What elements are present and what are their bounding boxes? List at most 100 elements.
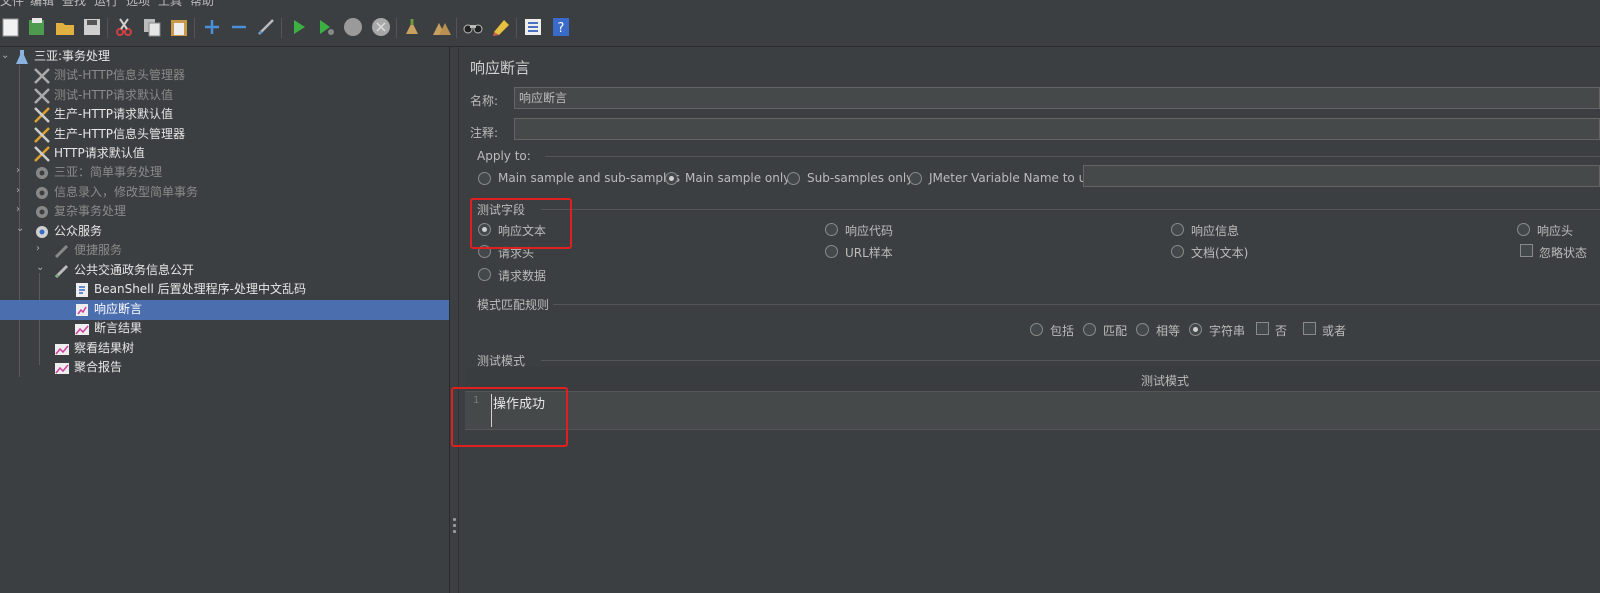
rule-or-label: 或者 — [1322, 324, 1347, 338]
menu-bar: 文件 编辑 查找 运行 选项 工具 帮助 — [0, 0, 1600, 9]
sampler-icon — [54, 244, 69, 259]
listener-icon — [55, 344, 69, 355]
field-response-code-radio[interactable] — [825, 223, 838, 236]
menu-search[interactable]: 查找 — [62, 0, 86, 9]
field-response-message-label: 响应信息 — [1191, 224, 1240, 238]
test-plan-icon — [16, 50, 28, 64]
field-response-headers-radio[interactable] — [1517, 223, 1530, 236]
pane-splitter[interactable] — [450, 47, 459, 593]
field-response-message-radio[interactable] — [1171, 223, 1184, 236]
apply-sub-only-radio[interactable] — [787, 172, 800, 185]
collapse-arrow[interactable]: ⌄ — [1, 50, 9, 61]
splitter-grip[interactable] — [453, 518, 456, 521]
search-icon[interactable] — [462, 16, 484, 38]
svg-text:?: ? — [558, 21, 565, 36]
rule-matches-label: 匹配 — [1103, 324, 1128, 338]
comment-field[interactable] — [514, 118, 1600, 140]
menu-help[interactable]: 帮助 — [190, 0, 214, 9]
comment-label: 注释: — [470, 126, 499, 140]
templates-icon[interactable] — [26, 16, 48, 38]
rule-or-checkbox[interactable] — [1303, 322, 1316, 335]
splitter-grip[interactable] — [453, 524, 456, 527]
listener-icon — [75, 324, 89, 335]
menu-file[interactable]: 文件 — [0, 0, 24, 9]
menu-edit[interactable]: 编辑 — [30, 0, 54, 9]
ignore-status-label: 忽略状态 — [1539, 246, 1588, 260]
rule-equals-radio[interactable] — [1136, 323, 1149, 336]
thread-group-icon — [36, 167, 48, 179]
apply-variable-label: JMeter Variable Name to use — [929, 171, 1100, 185]
tree-selection — [0, 300, 449, 320]
help-icon[interactable]: ? — [550, 16, 572, 38]
panel-title: 响应断言 — [470, 59, 531, 77]
field-request-data-radio[interactable] — [478, 268, 491, 281]
patterns-table-header: 测试模式 — [465, 367, 1600, 392]
assertion-panel: 响应断言 名称: 响应断言 注释: Apply to: Main sample … — [451, 47, 1600, 593]
rule-substring-label: 字符串 — [1209, 324, 1246, 338]
splitter-grip[interactable] — [453, 530, 456, 533]
rule-substring-radio[interactable] — [1189, 323, 1202, 336]
config-icon — [34, 127, 50, 143]
apply-main-and-sub-radio[interactable] — [478, 172, 491, 185]
toggle-icon[interactable] — [255, 16, 277, 38]
rule-not-label: 否 — [1275, 324, 1288, 338]
shutdown-icon[interactable] — [370, 16, 392, 38]
name-label: 名称: — [470, 94, 499, 108]
apply-sub-only-label: Sub-samples only — [807, 171, 914, 185]
expand-icon[interactable] — [201, 16, 223, 38]
pattern-rules-title: 模式匹配规则 — [477, 298, 550, 312]
variable-name-field[interactable] — [1083, 165, 1600, 187]
expand-arrow[interactable]: › — [16, 165, 20, 176]
menu-options[interactable]: 选项 — [126, 0, 150, 9]
collapse-icon[interactable] — [228, 16, 250, 38]
config-icon — [34, 107, 50, 123]
function-helper-icon[interactable] — [522, 16, 544, 38]
field-response-headers-label: 响应头 — [1537, 224, 1574, 238]
open-icon[interactable] — [54, 16, 76, 38]
rule-not-checkbox[interactable] — [1256, 322, 1269, 335]
apply-to-title: Apply to: — [477, 149, 531, 163]
apply-main-only-radio[interactable] — [665, 172, 678, 185]
clear-icon[interactable] — [402, 16, 424, 38]
highlight-box-field — [470, 198, 572, 249]
patterns-editor[interactable]: 1 操作成功 — [465, 392, 1600, 430]
cut-icon[interactable] — [113, 16, 135, 38]
field-response-code-label: 响应代码 — [845, 224, 894, 238]
expand-arrow[interactable]: › — [16, 185, 20, 196]
field-request-data-label: 请求数据 — [498, 269, 547, 283]
apply-variable-radio[interactable] — [909, 172, 922, 185]
save-icon[interactable] — [81, 16, 103, 38]
field-url-sampled-radio[interactable] — [825, 245, 838, 258]
toolbar: ? — [0, 10, 1600, 47]
clear-all-icon[interactable] — [430, 16, 452, 38]
rule-contains-radio[interactable] — [1030, 323, 1043, 336]
expand-arrow[interactable]: › — [36, 243, 40, 254]
start-no-pause-icon[interactable] — [315, 16, 337, 38]
rule-equals-label: 相等 — [1156, 324, 1181, 338]
ignore-status-checkbox[interactable] — [1520, 244, 1533, 257]
highlight-box-pattern — [451, 387, 568, 447]
menu-run[interactable]: 运行 — [94, 0, 118, 9]
start-icon[interactable] — [288, 16, 310, 38]
test-plan-tree[interactable]: ⌄ 三亚:事务处理 测试-HTTP信息头管理器 测试-HTTP请求默认值 生产-… — [0, 47, 450, 593]
menu-tools[interactable]: 工具 — [158, 0, 182, 9]
apply-main-and-sub-label: Main sample and sub-samples — [498, 171, 680, 185]
apply-main-only-label: Main sample only — [685, 171, 791, 185]
field-document-label: 文档(文本) — [1191, 246, 1249, 260]
collapse-arrow[interactable]: ⌄ — [16, 223, 24, 234]
field-url-sampled-label: URL样本 — [845, 246, 893, 260]
expand-arrow[interactable]: › — [16, 204, 20, 215]
copy-icon[interactable] — [141, 16, 163, 38]
assertion-icon — [76, 304, 88, 316]
new-icon[interactable] — [0, 16, 22, 38]
rule-matches-radio[interactable] — [1083, 323, 1096, 336]
sampler-icon — [54, 264, 69, 279]
name-field[interactable]: 响应断言 — [514, 87, 1600, 109]
paste-icon[interactable] — [168, 16, 190, 38]
collapse-arrow[interactable]: ⌄ — [36, 262, 44, 273]
stop-icon[interactable] — [342, 16, 364, 38]
script-icon — [76, 283, 88, 297]
reset-search-icon[interactable] — [490, 16, 512, 38]
field-document-radio[interactable] — [1171, 245, 1184, 258]
config-icon — [34, 146, 50, 162]
